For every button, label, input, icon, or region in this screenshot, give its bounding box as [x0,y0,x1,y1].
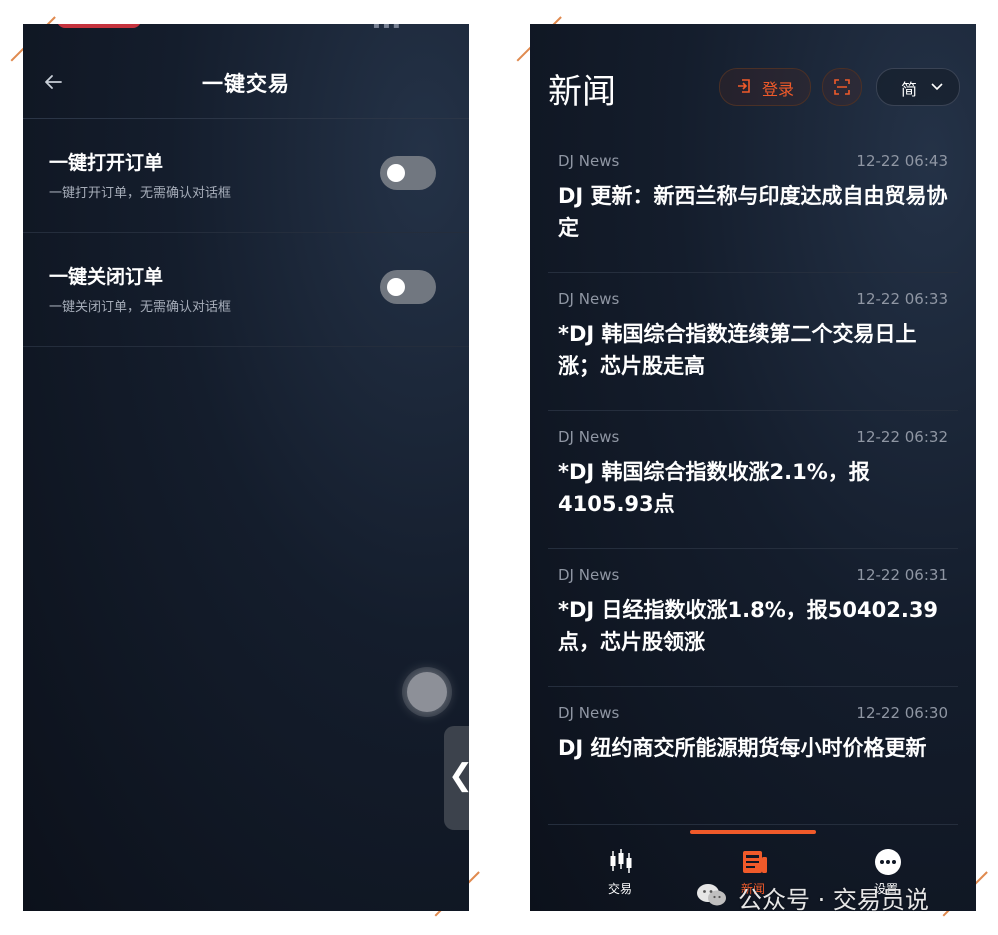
close-order-toggle[interactable] [380,270,436,304]
login-button[interactable]: 登录 [719,68,811,106]
news-headline: *DJ 日经指数收涨1.8%，报50402.39点，芯片股领涨 [558,598,939,654]
news-item[interactable]: DJ News 12-22 06:32 *DJ 韩国综合指数收涨2.1%，报41… [548,410,958,549]
setting-description: 一键打开订单，无需确认对话框 [49,186,232,201]
toggle-knob [387,278,405,296]
news-time: 12-22 06:32 [856,428,948,446]
scan-button[interactable] [822,68,862,106]
news-source: DJ News [558,704,620,722]
news-time: 12-22 06:30 [856,704,948,722]
chevron-down-icon [931,83,943,91]
more-dots-icon [875,849,901,875]
language-label: 简 [901,80,918,99]
setting-row-open-order: 一键打开订单 一键打开订单，无需确认对话框 [23,120,469,233]
news-time: 12-22 06:31 [856,566,948,584]
tab-label: 交易 [607,882,632,896]
one-click-trading-screen: ▪ ▪ ▪ 一键交易 一键打开订单 一键打开订单，无需确认对话框 一键关闭订单 … [23,24,469,911]
chevron-left-icon: ❮ [448,758,469,793]
news-item[interactable]: DJ News 12-22 06:30 DJ 纽约商交所能源期货每小时价格更新 [548,686,958,825]
setting-title: 一键关闭订单 [49,266,164,288]
toggle-knob [387,164,405,182]
floating-assistive-button[interactable] [407,672,447,712]
scan-icon [834,79,850,95]
side-drawer-handle[interactable]: ❮ [444,726,469,830]
login-label: 登录 [762,80,795,99]
news-headline: *DJ 韩国综合指数收涨2.1%，报4105.93点 [558,460,870,516]
active-tab-indicator [690,830,816,834]
tab-trade[interactable]: 交易 [570,844,670,904]
language-selector[interactable]: 简 [876,68,960,106]
setting-description: 一键关闭订单，无需确认对话框 [49,300,232,315]
news-item[interactable]: DJ News 12-22 06:33 *DJ 韩国综合指数连续第二个交易日上涨… [548,272,958,411]
wechat-icon [697,884,726,906]
news-source: DJ News [558,428,620,446]
news-source: DJ News [558,290,620,308]
news-item[interactable]: DJ News 12-22 06:31 *DJ 日经指数收涨1.8%，报5040… [548,548,958,687]
news-headline: DJ 更新：新西兰称与印度达成自由贸易协定 [558,184,948,240]
news-source: DJ News [558,566,620,584]
open-order-toggle[interactable] [380,156,436,190]
news-source: DJ News [558,152,620,170]
setting-row-close-order: 一键关闭订单 一键关闭订单，无需确认对话框 [23,234,469,347]
page-title: 新闻 [548,72,616,112]
news-headline: *DJ 韩国综合指数连续第二个交易日上涨；芯片股走高 [558,322,917,378]
top-bar: 一键交易 [23,24,469,119]
news-time: 12-22 06:43 [856,152,948,170]
setting-title: 一键打开订单 [49,152,164,174]
news-screen: 新闻 登录 简 DJ News 12-22 06:43 DJ 更新：新西兰称与印… [530,24,976,911]
page-title: 一键交易 [202,72,290,96]
login-icon [738,79,750,93]
newspaper-icon [743,851,767,873]
news-headline: DJ 纽约商交所能源期货每小时价格更新 [558,736,927,760]
candlestick-icon [610,849,632,873]
news-time: 12-22 06:33 [856,290,948,308]
watermark-text: 公众号 · 交易员说 [738,886,929,914]
news-item[interactable]: DJ News 12-22 06:43 DJ 更新：新西兰称与印度达成自由贸易协… [548,134,958,273]
